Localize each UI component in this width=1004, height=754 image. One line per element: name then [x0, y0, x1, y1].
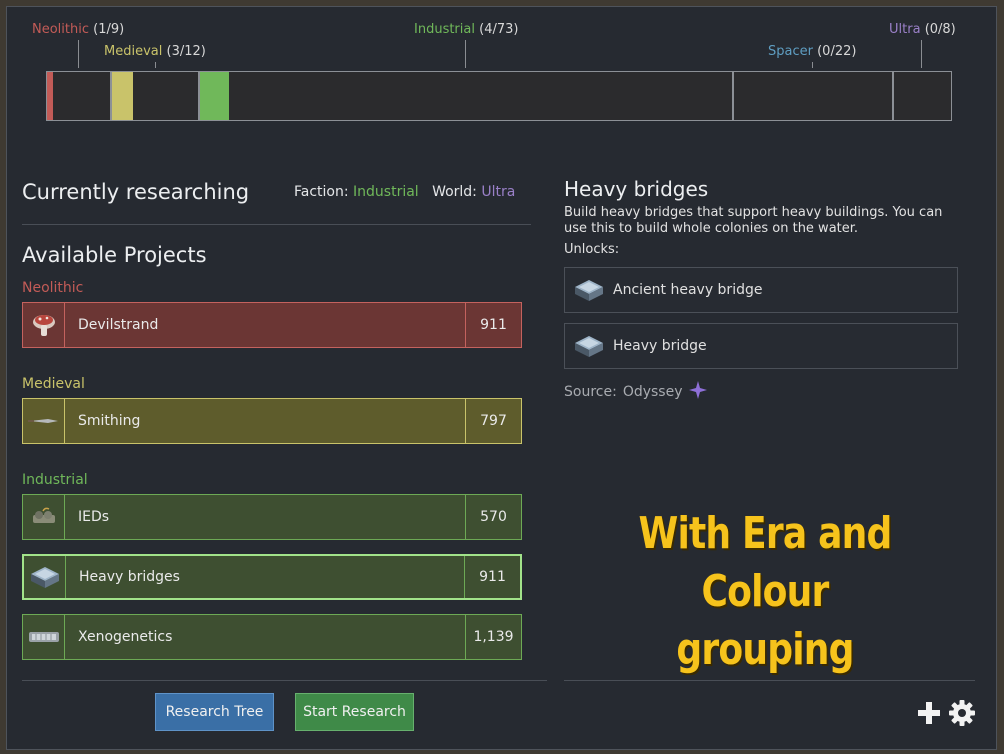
era-label-ultra: Ultra (0/8): [889, 22, 956, 37]
detail-title: Heavy bridges: [564, 177, 709, 201]
project-xenogenetics[interactable]: Xenogenetics 1,139: [22, 614, 522, 660]
era-name: Industrial: [414, 22, 475, 37]
era-tick: [78, 40, 79, 68]
project-cost: 911: [464, 556, 520, 598]
industrial-progress: [199, 72, 229, 120]
unlocks-label: Unlocks:: [564, 242, 620, 257]
era-tick: [465, 40, 466, 68]
group-label-medieval: Medieval: [22, 376, 85, 392]
project-ieds[interactable]: IEDs 570: [22, 494, 522, 540]
project-cost: 797: [465, 399, 521, 443]
mushroom-icon: [23, 303, 65, 347]
project-cost: 911: [465, 303, 521, 347]
era-label-industrial: Industrial (4/73): [414, 22, 518, 37]
era-tick: [155, 62, 156, 68]
project-smithing[interactable]: Smithing 797: [22, 398, 522, 444]
project-heavy-bridges[interactable]: Heavy bridges 911: [22, 554, 522, 600]
start-research-button[interactable]: Start Research: [295, 693, 414, 731]
group-label-industrial: Industrial: [22, 472, 88, 488]
research-tree-button[interactable]: Research Tree: [155, 693, 274, 731]
era-name: Ultra: [889, 22, 921, 37]
era-count: (0/22): [817, 44, 857, 59]
promo-caption: With Era and Colour grouping: [617, 505, 912, 679]
world-label: World:: [432, 184, 477, 200]
bridge-icon: [24, 556, 66, 598]
faction-world-info: Faction: Industrial World: Ultra: [294, 184, 515, 200]
blade-icon: [23, 399, 65, 443]
era-name: Neolithic: [32, 22, 89, 37]
project-name: Xenogenetics: [78, 629, 173, 645]
era-count: (3/12): [166, 44, 206, 59]
detail-description: Build heavy bridges that support heavy b…: [564, 205, 943, 236]
era-label-neolithic: Neolithic (1/9): [32, 22, 124, 37]
era-count: (1/9): [93, 22, 125, 37]
gene-vat-icon: [23, 615, 65, 659]
divider: [22, 224, 531, 225]
currently-researching-heading: Currently researching: [22, 180, 250, 204]
era-timeline[interactable]: [46, 71, 952, 121]
era-tick: [812, 62, 813, 68]
project-cost: 570: [465, 495, 521, 539]
unlock-name: Ancient heavy bridge: [613, 282, 763, 298]
era-count: (0/8): [924, 22, 956, 37]
unlock-name: Heavy bridge: [613, 338, 707, 354]
unlock-heavy-bridge[interactable]: Heavy bridge: [564, 323, 958, 369]
promo-line: Colour grouping: [676, 566, 854, 675]
project-devilstrand[interactable]: Devilstrand 911: [22, 302, 522, 348]
era-divider: [732, 72, 734, 120]
odyssey-star-icon: [688, 381, 707, 403]
promo-line: With Era and: [638, 508, 892, 559]
neolithic-progress: [47, 72, 53, 120]
project-name: Heavy bridges: [79, 569, 180, 585]
bridge-icon: [565, 333, 613, 359]
group-label-neolithic: Neolithic: [22, 280, 84, 296]
gear-icon[interactable]: [949, 700, 975, 726]
era-divider: [892, 72, 894, 120]
faction-label: Faction:: [294, 184, 349, 200]
source-label: Source:: [564, 384, 617, 400]
divider: [22, 680, 547, 681]
project-name: Devilstrand: [78, 317, 159, 333]
plus-icon[interactable]: [917, 701, 941, 725]
era-label-medieval: Medieval (3/12): [104, 44, 206, 59]
ied-icon: [23, 495, 65, 539]
project-name: IEDs: [78, 509, 110, 525]
unlock-ancient-heavy-bridge[interactable]: Ancient heavy bridge: [564, 267, 958, 313]
available-projects-heading: Available Projects: [22, 243, 207, 267]
divider: [564, 680, 975, 681]
source-value: Odyssey: [622, 384, 683, 400]
era-label-spacer: Spacer (0/22): [768, 44, 856, 59]
project-cost: 1,139: [465, 615, 521, 659]
world-value: Ultra: [481, 184, 516, 200]
era-divider: [110, 72, 112, 120]
era-name: Medieval: [104, 44, 163, 59]
medieval-progress: [111, 72, 133, 120]
era-count: (4/73): [479, 22, 519, 37]
era-tick: [921, 40, 922, 68]
faction-value: Industrial: [353, 184, 419, 200]
era-name: Spacer: [768, 44, 813, 59]
bridge-icon: [565, 277, 613, 303]
era-divider: [198, 72, 200, 120]
source-line: Source: Odyssey: [564, 381, 707, 403]
project-name: Smithing: [78, 413, 141, 429]
